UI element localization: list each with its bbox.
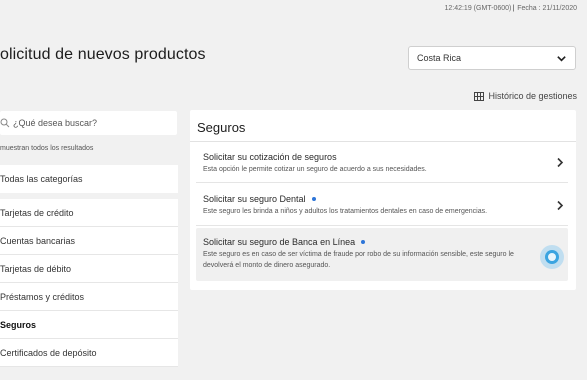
insurance-option-dental[interactable]: Solicitar su seguro Dental Este seguro l… bbox=[196, 184, 568, 226]
search-placeholder: ¿Qué desea buscar? bbox=[13, 118, 98, 128]
country-select[interactable]: Costa Rica bbox=[408, 46, 576, 70]
history-link[interactable]: Histórico de gestiones bbox=[474, 91, 577, 101]
option-description: Este seguro es en caso de ser víctima de… bbox=[203, 251, 514, 269]
category-all[interactable]: Todas las categorías bbox=[0, 165, 178, 193]
category-list: Todas las categorías Tarjetas de crédito… bbox=[0, 165, 178, 367]
chevron-right-icon bbox=[557, 200, 564, 211]
insurance-panel: Seguros Solicitar su cotización de segur… bbox=[190, 110, 576, 290]
category-insurance[interactable]: Seguros bbox=[0, 311, 178, 339]
grid-icon bbox=[474, 91, 485, 101]
category-deposit-certificates[interactable]: Certificados de depósito bbox=[0, 339, 178, 367]
history-link-label: Histórico de gestiones bbox=[488, 91, 577, 101]
chevron-right-icon bbox=[557, 157, 564, 168]
option-description: Este seguro les brinda a niños y adultos… bbox=[203, 208, 488, 215]
results-note: muestran todos los resultados bbox=[0, 145, 94, 152]
category-bank-accounts[interactable]: Cuentas bancarias bbox=[0, 227, 178, 255]
current-time: 12:42:19 (GMT-0600) bbox=[444, 5, 512, 12]
category-debit-cards[interactable]: Tarjetas de débito bbox=[0, 255, 178, 283]
insurance-option-online-banking[interactable]: Solicitar su seguro de Banca en Línea Es… bbox=[196, 228, 568, 281]
category-loans[interactable]: Préstamos y créditos bbox=[0, 283, 178, 311]
insurance-option-quote[interactable]: Solicitar su cotización de seguros Esta … bbox=[196, 143, 568, 183]
category-credit-cards[interactable]: Tarjetas de crédito bbox=[0, 199, 178, 227]
search-input[interactable]: ¿Qué desea buscar? bbox=[0, 111, 177, 135]
option-title: Solicitar su cotización de seguros bbox=[203, 152, 337, 162]
current-date: Fecha : 21/11/2020 bbox=[517, 5, 577, 12]
loading-spinner-icon bbox=[540, 245, 564, 269]
option-title: Solicitar su seguro Dental bbox=[203, 194, 316, 204]
option-description: Esta opción le permite cotizar un seguro… bbox=[203, 166, 427, 173]
search-icon bbox=[0, 118, 10, 128]
new-indicator-dot bbox=[361, 240, 366, 244]
chevron-down-icon bbox=[557, 56, 566, 62]
panel-divider bbox=[190, 141, 576, 142]
panel-title: Seguros bbox=[197, 120, 246, 135]
country-select-value: Costa Rica bbox=[417, 53, 462, 63]
page-title: olicitud de nuevos productos bbox=[0, 46, 206, 63]
option-title: Solicitar su seguro de Banca en Línea bbox=[203, 237, 366, 247]
new-indicator-dot bbox=[311, 197, 316, 201]
header-info: 12:42:19 (GMT-0600)| Fecha : 21/11/2020 bbox=[444, 5, 577, 12]
header-separator: | bbox=[512, 5, 515, 12]
